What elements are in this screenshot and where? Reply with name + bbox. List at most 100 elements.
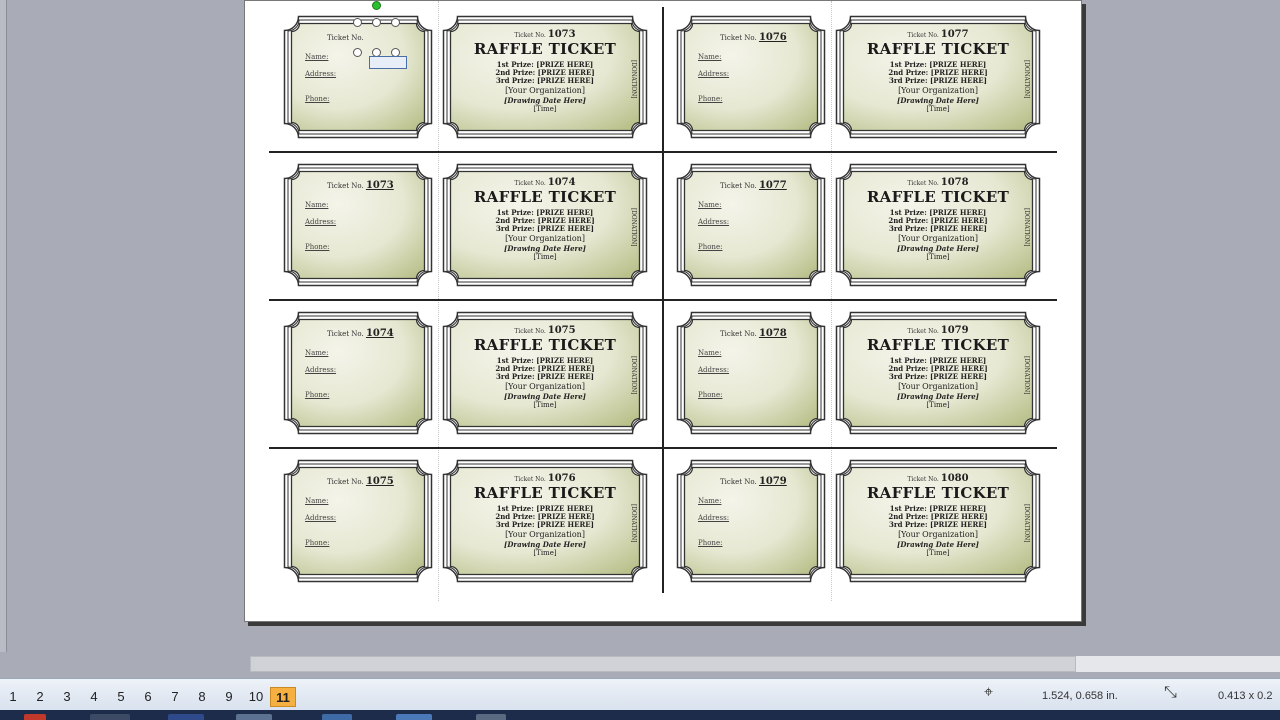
raffle-ticket[interactable]: Ticket No. 1080 RAFFLE TICKET 1st Prize:… [835, 459, 1041, 583]
ticket-stub[interactable]: Ticket No. 1075 Name: Address: Phone: [283, 459, 433, 583]
organization-text: [Your Organization] [505, 86, 585, 95]
time-text: [Time] [926, 105, 950, 113]
ticket-title: RAFFLE TICKET [473, 40, 617, 58]
horizontal-scrollbar-thumb[interactable] [250, 656, 1076, 672]
ticket-number: Ticket No. 1074 [327, 328, 394, 339]
ticket-stub[interactable]: Ticket No. 1073 Name: Address: Phone: [283, 163, 433, 287]
resize-handle[interactable] [372, 18, 381, 27]
prize-line: 3rd Prize: [PRIZE HERE] [889, 224, 987, 233]
address-label: Address: [305, 70, 337, 78]
taskbar-item[interactable] [168, 714, 204, 720]
ticket-stub[interactable]: Ticket No. 1074 Name: Address: Phone: [283, 311, 433, 435]
taskbar-item[interactable] [90, 714, 130, 720]
prize-line: 2nd Prize: [PRIZE HERE] [888, 68, 988, 77]
smart-tag-button[interactable] [369, 56, 407, 69]
ticket-title: RAFFLE TICKET [473, 484, 617, 502]
ticket-stub[interactable]: Ticket No. 1077 Name: Address: Phone: [676, 163, 826, 287]
raffle-ticket[interactable]: Ticket No. 1075 RAFFLE TICKET 1st Prize:… [442, 311, 648, 435]
page-button-7[interactable]: 7 [162, 687, 188, 707]
phone-label: Phone: [698, 243, 723, 251]
donation-side-text: [DONATION] [1023, 355, 1030, 395]
donation-side-text: [DONATION] [1023, 503, 1030, 543]
name-label: Name: [698, 53, 722, 61]
rotate-handle[interactable] [372, 1, 381, 10]
cut-line-horizontal [269, 447, 1057, 449]
cut-line-horizontal [269, 299, 1057, 301]
ticket-number: Ticket No. 1077 [720, 180, 787, 191]
taskbar-item[interactable] [476, 714, 506, 720]
phone-label: Phone: [698, 539, 723, 547]
resize-handle[interactable] [391, 18, 400, 27]
raffle-ticket[interactable]: Ticket No. 1073 RAFFLE TICKET 1st Prize:… [442, 15, 648, 139]
ticket-title: RAFFLE TICKET [866, 484, 1010, 502]
prize-line: 3rd Prize: [PRIZE HERE] [496, 520, 594, 529]
prize-line: 3rd Prize: [PRIZE HERE] [496, 372, 594, 381]
ticket-title: RAFFLE TICKET [866, 40, 1010, 58]
name-label: Name: [698, 497, 722, 505]
prize-line: 1st Prize: [PRIZE HERE] [496, 504, 594, 513]
page-button-3[interactable]: 3 [54, 687, 80, 707]
time-text: [Time] [533, 253, 557, 261]
organization-text: [Your Organization] [505, 382, 585, 391]
prize-line: 3rd Prize: [PRIZE HERE] [889, 76, 987, 85]
page-button-11[interactable]: 11 [270, 687, 296, 707]
donation-side-text: [DONATION] [630, 355, 637, 395]
prize-line: 1st Prize: [PRIZE HERE] [889, 208, 987, 217]
raffle-ticket[interactable]: Ticket No. 1079 RAFFLE TICKET 1st Prize:… [835, 311, 1041, 435]
name-label: Name: [305, 201, 329, 209]
ticket-number: Ticket No. 1076 [720, 32, 787, 43]
page-button-5[interactable]: 5 [108, 687, 134, 707]
ticket-stub[interactable]: Ticket No. 1079 Name: Address: Phone: [676, 459, 826, 583]
prize-line: 2nd Prize: [PRIZE HERE] [888, 364, 988, 373]
prize-line: 1st Prize: [PRIZE HERE] [889, 356, 987, 365]
prize-line: 2nd Prize: [PRIZE HERE] [495, 364, 595, 373]
drawing-date-text: [Drawing Date Here] [897, 96, 979, 105]
prize-line: 2nd Prize: [PRIZE HERE] [495, 216, 595, 225]
raffle-ticket[interactable]: Ticket No. 1077 RAFFLE TICKET 1st Prize:… [835, 15, 1041, 139]
ticket-stub[interactable]: Ticket No. 1076 Name: Address: Phone: [676, 15, 826, 139]
address-label: Address: [698, 366, 730, 374]
prize-line: 2nd Prize: [PRIZE HERE] [495, 68, 595, 77]
taskbar-item[interactable] [322, 714, 352, 720]
ticket-number: Ticket No. 1078 [720, 328, 787, 339]
drawing-date-text: [Drawing Date Here] [897, 392, 979, 401]
raffle-ticket[interactable]: Ticket No. 1076 RAFFLE TICKET 1st Prize:… [442, 459, 648, 583]
raffle-ticket[interactable]: Ticket No. 1078 RAFFLE TICKET 1st Prize:… [835, 163, 1041, 287]
page-button-4[interactable]: 4 [81, 687, 107, 707]
ticket-number: Ticket No. 1079 [720, 476, 787, 487]
page-button-10[interactable]: 10 [243, 687, 269, 707]
donation-side-text: [DONATION] [630, 503, 637, 543]
prize-line: 1st Prize: [PRIZE HERE] [496, 208, 594, 217]
prize-line: 1st Prize: [PRIZE HERE] [496, 356, 594, 365]
horizontal-scrollbar-track[interactable] [1076, 656, 1280, 672]
ticket-title: RAFFLE TICKET [866, 336, 1010, 354]
name-label: Name: [305, 349, 329, 357]
taskbar-item[interactable] [24, 714, 46, 720]
ticket-title: RAFFLE TICKET [473, 188, 617, 206]
taskbar-item[interactable] [236, 714, 272, 720]
raffle-ticket[interactable]: Ticket No. 1074 RAFFLE TICKET 1st Prize:… [442, 163, 648, 287]
page-button-1[interactable]: 1 [0, 687, 26, 707]
ticket-stub[interactable]: Ticket No. 1078 Name: Address: Phone: [676, 311, 826, 435]
prize-line: 2nd Prize: [PRIZE HERE] [888, 512, 988, 521]
resize-handle[interactable] [353, 48, 362, 57]
page-button-9[interactable]: 9 [216, 687, 242, 707]
page-button-6[interactable]: 6 [135, 687, 161, 707]
ticket-number: Ticket No. 1079 [907, 325, 969, 336]
ticket-stub[interactable]: Ticket No. Name: Address: Phone: [283, 15, 433, 139]
name-label: Name: [698, 349, 722, 357]
prize-line: 2nd Prize: [PRIZE HERE] [888, 216, 988, 225]
taskbar-item[interactable] [396, 714, 432, 720]
ticket-number: Ticket No. 1073 [514, 29, 576, 40]
ticket-number: Ticket No. 1074 [514, 177, 576, 188]
donation-side-text: [DONATION] [630, 207, 637, 247]
page-button-2[interactable]: 2 [27, 687, 53, 707]
object-size-text: 0.413 x 0.2 [1218, 690, 1273, 702]
page-button-8[interactable]: 8 [189, 687, 215, 707]
donation-side-text: [DONATION] [1023, 207, 1030, 247]
organization-text: [Your Organization] [898, 530, 978, 539]
time-text: [Time] [926, 253, 950, 261]
layout-guide [438, 1, 439, 601]
resize-handle[interactable] [353, 18, 362, 27]
publication-page[interactable]: Ticket No. Name: Address: Phone: Ticket … [244, 0, 1082, 622]
